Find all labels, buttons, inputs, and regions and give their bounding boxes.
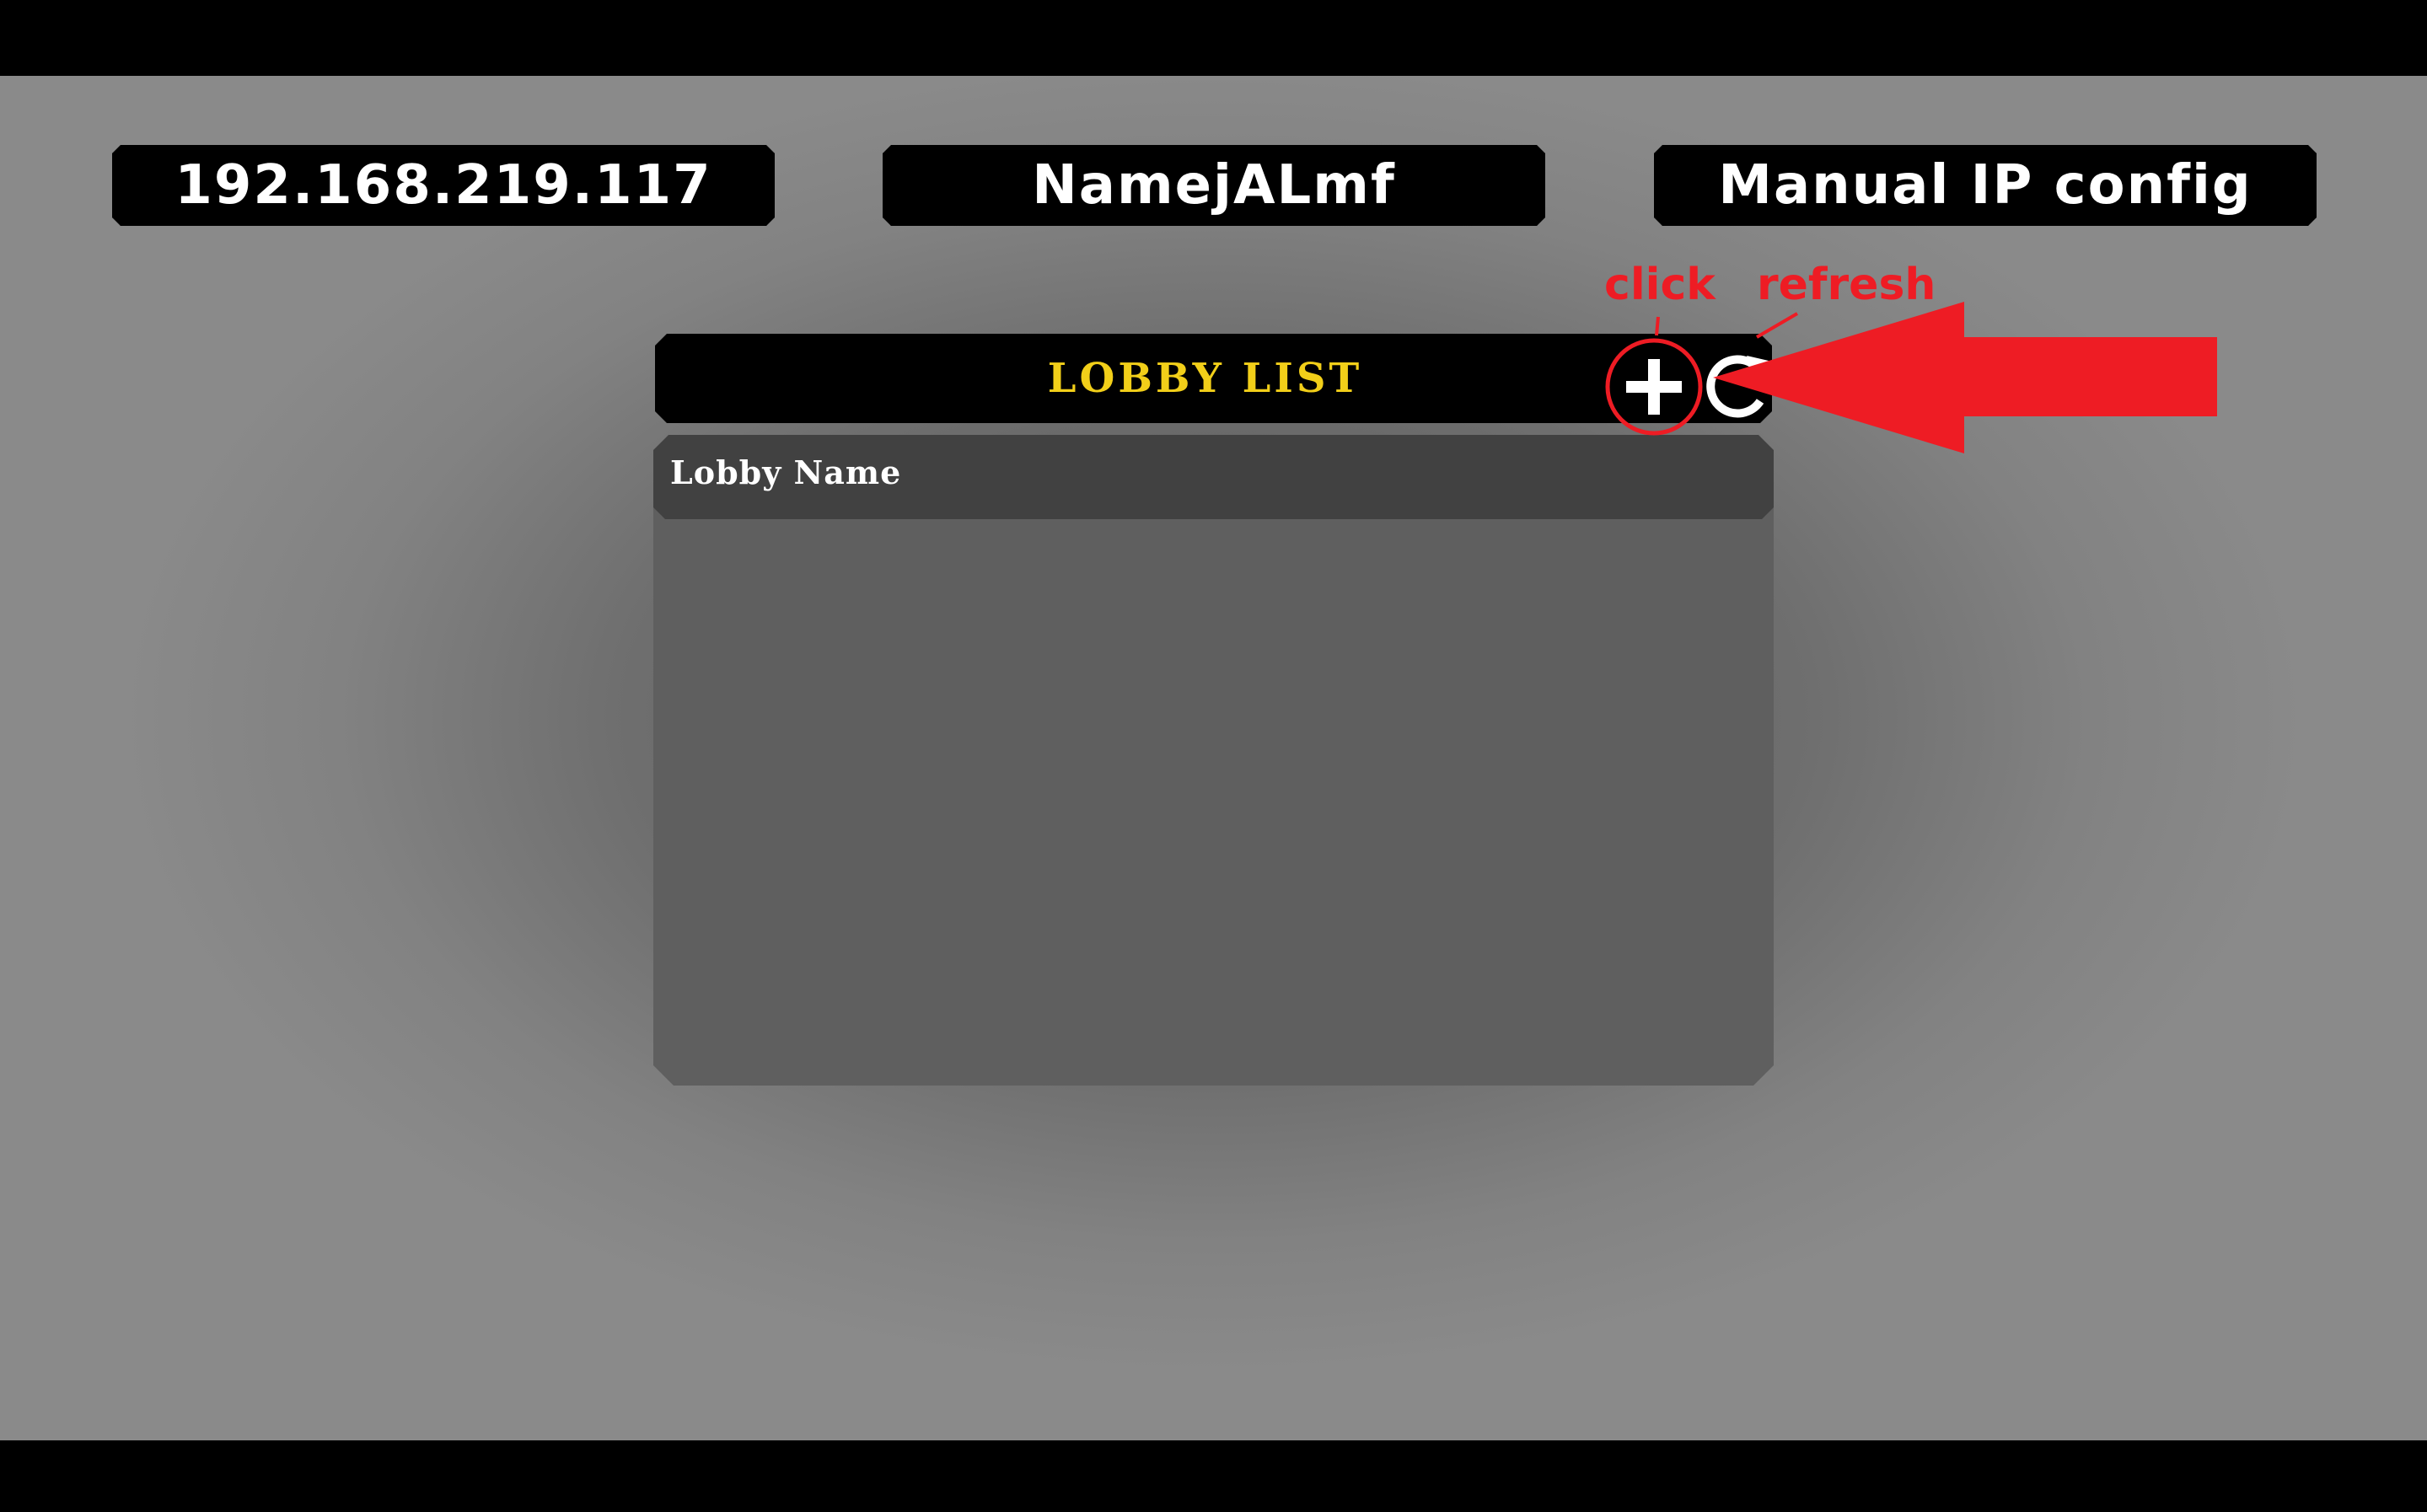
- lobby-list-body[interactable]: [653, 528, 1774, 1086]
- lobby-list-panel[interactable]: Lobby Name: [653, 435, 1774, 1086]
- lobby-name-column-label: Lobby Name: [670, 453, 902, 491]
- manual-ip-config-button[interactable]: Manual IP config: [1654, 145, 2317, 226]
- lobby-list-title: LOBBY LIST: [1047, 355, 1363, 402]
- arrow-icon: [1713, 302, 2217, 453]
- refresh-leader-line: [1755, 312, 1799, 339]
- ip-address-label: 192.168.219.117: [175, 154, 712, 217]
- manual-ip-config-label: Manual IP config: [1718, 154, 2252, 217]
- main-menu-scene: 192.168.219.117 NamejALmf Manual IP conf…: [0, 76, 2427, 1440]
- plus-icon[interactable]: [1605, 338, 1703, 436]
- refresh-annotation: refresh: [1757, 260, 1936, 310]
- lobby-list-column-header: Lobby Name: [653, 435, 1774, 519]
- refresh-icon[interactable]: [1705, 349, 1775, 425]
- ip-address-button[interactable]: 192.168.219.117: [112, 145, 775, 226]
- click-annotation: click: [1604, 260, 1716, 310]
- letterbox-top: [0, 0, 2427, 76]
- player-name-button[interactable]: NamejALmf: [883, 145, 1545, 226]
- click-leader-line: [1655, 316, 1660, 336]
- player-name-label: NamejALmf: [1032, 154, 1396, 217]
- letterbox-bottom: [0, 1440, 2427, 1512]
